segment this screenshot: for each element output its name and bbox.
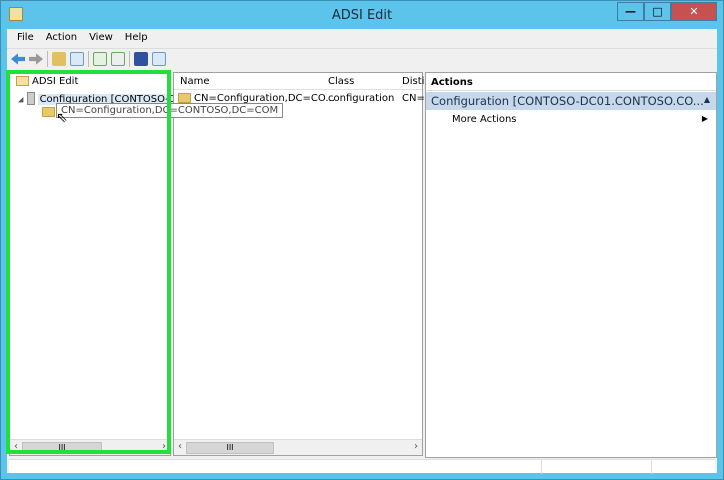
show-tree-icon[interactable]	[70, 52, 84, 66]
mouse-cursor-icon: ⇖	[56, 110, 68, 126]
close-button[interactable]: ✕	[671, 2, 717, 21]
more-actions-item[interactable]: More Actions	[452, 114, 517, 125]
actions-section-label: Configuration [CONTOSO-DC01.CONTOSO.CO..…	[431, 94, 704, 108]
help-icon[interactable]	[134, 52, 148, 66]
actions-section-configuration[interactable]: Configuration [CONTOSO-DC01.CONTOSO.CO..…	[426, 92, 716, 110]
tree-pane: ADSI Edit ◢ Configuration [CONTOSO-D ‹ I…	[9, 72, 179, 456]
up-folder-icon[interactable]	[52, 52, 66, 66]
row-dn: CN=	[402, 93, 425, 104]
list-horizontal-scrollbar[interactable]: ‹ III ›	[174, 439, 422, 455]
minimize-button[interactable]: —	[617, 2, 644, 21]
tooltip: CN=Configuration,DC=CONTOSO,DC=COM	[56, 103, 284, 118]
export-icon[interactable]	[111, 52, 125, 66]
column-class[interactable]: Class	[328, 76, 354, 87]
toolbar-separator	[129, 51, 130, 67]
title-bar[interactable]: ADSI Edit — □ ✕	[1, 1, 723, 29]
tree-root-label: ADSI Edit	[32, 76, 79, 87]
scroll-thumb[interactable]: III	[186, 442, 274, 454]
tree-root[interactable]: ADSI Edit	[16, 76, 78, 87]
scroll-left-arrow[interactable]: ‹	[14, 441, 18, 452]
show-action-pane-icon[interactable]	[152, 52, 166, 66]
adsi-edit-window: ADSI Edit — □ ✕ File Action View Help AD…	[0, 0, 724, 480]
tree-horizontal-scrollbar[interactable]: ‹ III ›	[10, 439, 170, 455]
actions-header: Actions	[426, 73, 716, 91]
maximize-button[interactable]: □	[644, 2, 671, 21]
expand-arrow-icon[interactable]: ◢	[18, 96, 23, 104]
toolbar	[7, 48, 717, 69]
column-distinguished-name[interactable]: Disti	[402, 76, 424, 87]
list-header: Name Class Disti	[174, 73, 424, 90]
menu-action[interactable]: Action	[40, 29, 83, 46]
submenu-arrow-icon: ▶	[701, 114, 708, 123]
client-area: File Action View Help ADSI Edit ◢ Config…	[7, 29, 717, 474]
scroll-right-arrow[interactable]: ›	[162, 441, 166, 452]
folder-icon	[42, 107, 55, 117]
forward-icon[interactable]	[29, 53, 43, 65]
column-name[interactable]: Name	[180, 76, 210, 87]
menu-help[interactable]: Help	[119, 29, 154, 46]
window-title: ADSI Edit	[331, 8, 393, 23]
collapse-arrow-icon[interactable]: ▲	[704, 95, 710, 104]
refresh-icon[interactable]	[93, 52, 107, 66]
list-pane: Name Class Disti CN=Configuration,DC=CO.…	[173, 72, 425, 456]
status-divider	[541, 460, 542, 474]
back-icon[interactable]	[11, 53, 25, 65]
menu-view[interactable]: View	[83, 29, 119, 46]
actions-pane: Actions Configuration [CONTOSO-DC01.CONT…	[425, 72, 717, 458]
menu-bar: File Action View Help	[7, 29, 154, 46]
toolbar-separator	[47, 51, 48, 67]
folder-icon	[178, 93, 191, 103]
status-bar	[9, 459, 715, 474]
server-icon	[26, 92, 35, 105]
menu-file[interactable]: File	[11, 29, 40, 46]
scroll-thumb[interactable]: III	[22, 442, 102, 454]
scroll-right-arrow[interactable]: ›	[414, 441, 418, 452]
status-divider	[651, 460, 652, 474]
scroll-left-arrow[interactable]: ‹	[178, 441, 182, 452]
toolbar-separator	[88, 51, 89, 67]
adsi-icon	[16, 76, 29, 86]
row-class: configuration	[328, 93, 395, 104]
